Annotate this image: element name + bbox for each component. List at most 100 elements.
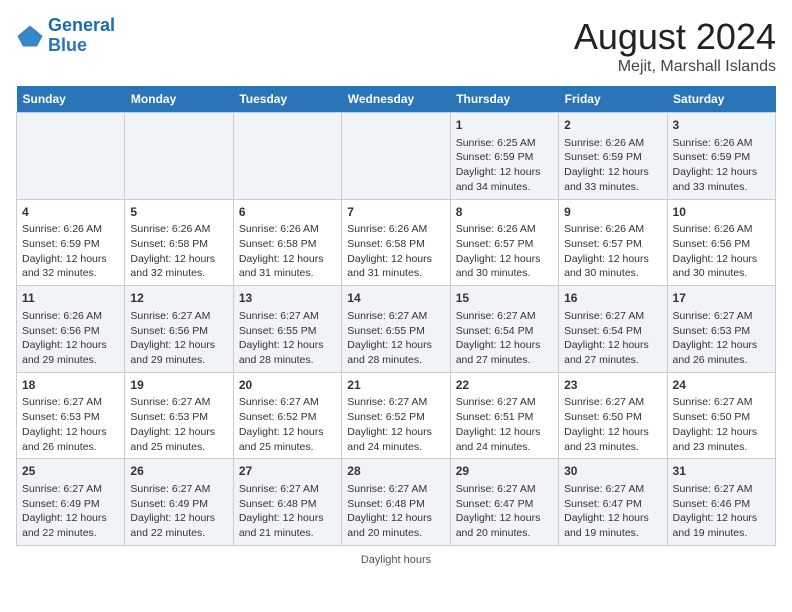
- calendar-cell: 16Sunrise: 6:27 AM Sunset: 6:54 PM Dayli…: [559, 286, 667, 373]
- calendar-cell: 10Sunrise: 6:26 AM Sunset: 6:56 PM Dayli…: [667, 199, 775, 286]
- calendar-cell: 31Sunrise: 6:27 AM Sunset: 6:46 PM Dayli…: [667, 459, 775, 546]
- location-subtitle: Mejit, Marshall Islands: [574, 58, 776, 76]
- calendar-cell: 6Sunrise: 6:26 AM Sunset: 6:58 PM Daylig…: [233, 199, 341, 286]
- day-number: 9: [564, 204, 661, 221]
- day-info: Sunrise: 6:27 AM Sunset: 6:53 PM Dayligh…: [130, 395, 227, 454]
- day-number: 1: [456, 117, 553, 134]
- calendar-cell: [125, 113, 233, 200]
- header-cell-thursday: Thursday: [450, 86, 558, 113]
- logo: General Blue: [16, 16, 115, 56]
- calendar-cell: 27 Sunrise: 6:27 AM Sunset: 6:48 PM Dayli…: [233, 459, 341, 546]
- title-block: August 2024 Mejit, Marshall Islands: [574, 16, 776, 76]
- day-number: 19: [130, 377, 227, 394]
- day-info: Sunrise: 6:26 AM Sunset: 6:57 PM Dayligh…: [564, 222, 661, 281]
- calendar-cell: 8Sunrise: 6:26 AM Sunset: 6:57 PM Daylig…: [450, 199, 558, 286]
- calendar-cell: [342, 113, 450, 200]
- calendar-cell: 20Sunrise: 6:27 AM Sunset: 6:52 PM Dayli…: [233, 372, 341, 459]
- day-info: Sunrise: 6:27 AM Sunset: 6:56 PM Dayligh…: [130, 309, 227, 368]
- day-number: 4: [22, 204, 119, 221]
- day-info: Sunrise: 6:26 AM Sunset: 6:58 PM Dayligh…: [130, 222, 227, 281]
- calendar-cell: [17, 113, 125, 200]
- calendar-header: SundayMondayTuesdayWednesdayThursdayFrid…: [17, 86, 776, 113]
- calendar-cell: 29Sunrise: 6:27 AM Sunset: 6:47 PM Dayli…: [450, 459, 558, 546]
- day-number: 23: [564, 377, 661, 394]
- day-info: Sunrise: 6:26 AM Sunset: 6:59 PM Dayligh…: [673, 136, 770, 195]
- calendar-cell: 25 Sunrise: 6:27 AM Sunset: 6:49 PM Dayli…: [17, 459, 125, 546]
- day-info: Sunrise: 6:27 AM Sunset: 6:47 PM Dayligh…: [456, 482, 553, 541]
- day-info: Sunrise: 6:26 AM Sunset: 6:56 PM Dayligh…: [22, 309, 119, 368]
- calendar-cell: 4Sunrise: 6:26 AM Sunset: 6:59 PM Daylig…: [17, 199, 125, 286]
- day-number: 21: [347, 377, 444, 394]
- day-number: 12: [130, 290, 227, 307]
- day-number: 11: [22, 290, 119, 307]
- header-cell-tuesday: Tuesday: [233, 86, 341, 113]
- day-info: Sunrise: 6:27 AM Sunset: 6:50 PM Dayligh…: [673, 395, 770, 454]
- week-row-2: 4Sunrise: 6:26 AM Sunset: 6:59 PM Daylig…: [17, 199, 776, 286]
- calendar-cell: [233, 113, 341, 200]
- footer-text: Daylight hours: [361, 554, 431, 566]
- calendar-cell: 24Sunrise: 6:27 AM Sunset: 6:50 PM Dayli…: [667, 372, 775, 459]
- calendar-cell: 7Sunrise: 6:26 AM Sunset: 6:58 PM Daylig…: [342, 199, 450, 286]
- month-year-title: August 2024: [574, 16, 776, 58]
- day-number: 2: [564, 117, 661, 134]
- day-info: Sunrise: 6:27 AM Sunset: 6:55 PM Dayligh…: [239, 309, 336, 368]
- calendar-cell: 2 Sunrise: 6:26 AM Sunset: 6:59 PM Daylig…: [559, 113, 667, 200]
- calendar-cell: 28Sunrise: 6:27 AM Sunset: 6:48 PM Dayli…: [342, 459, 450, 546]
- calendar-cell: 1 Sunrise: 6:25 AM Sunset: 6:59 PM Daylig…: [450, 113, 558, 200]
- week-row-4: 18Sunrise: 6:27 AM Sunset: 6:53 PM Dayli…: [17, 372, 776, 459]
- day-info: Sunrise: 6:27 AM Sunset: 6:53 PM Dayligh…: [673, 309, 770, 368]
- week-row-5: 25 Sunrise: 6:27 AM Sunset: 6:49 PM Dayli…: [17, 459, 776, 546]
- page-header: General Blue August 2024 Mejit, Marshall…: [16, 16, 776, 76]
- day-info: Sunrise: 6:27 AM Sunset: 6:54 PM Dayligh…: [564, 309, 661, 368]
- day-info: Sunrise: 6:26 AM Sunset: 6:57 PM Dayligh…: [456, 222, 553, 281]
- day-info: Sunrise: 6:27 AM Sunset: 6:49 PM Dayligh…: [130, 482, 227, 541]
- footer: Daylight hours: [16, 554, 776, 566]
- day-number: 25: [22, 463, 119, 480]
- day-info: Sunrise: 6:27 AM Sunset: 6:52 PM Dayligh…: [239, 395, 336, 454]
- day-number: 5: [130, 204, 227, 221]
- day-number: 20: [239, 377, 336, 394]
- day-number: 27: [239, 463, 336, 480]
- day-info: Sunrise: 6:27 AM Sunset: 6:48 PM Dayligh…: [239, 482, 336, 541]
- day-number: 6: [239, 204, 336, 221]
- day-number: 10: [673, 204, 770, 221]
- day-info: Sunrise: 6:27 AM Sunset: 6:53 PM Dayligh…: [22, 395, 119, 454]
- day-number: 24: [673, 377, 770, 394]
- calendar-cell: 23Sunrise: 6:27 AM Sunset: 6:50 PM Dayli…: [559, 372, 667, 459]
- day-info: Sunrise: 6:27 AM Sunset: 6:46 PM Dayligh…: [673, 482, 770, 541]
- logo-text: General Blue: [48, 16, 115, 56]
- day-number: 30: [564, 463, 661, 480]
- calendar-cell: 18Sunrise: 6:27 AM Sunset: 6:53 PM Dayli…: [17, 372, 125, 459]
- day-number: 22: [456, 377, 553, 394]
- day-number: 28: [347, 463, 444, 480]
- calendar-cell: 22Sunrise: 6:27 AM Sunset: 6:51 PM Dayli…: [450, 372, 558, 459]
- calendar-cell: 11 Sunrise: 6:26 AM Sunset: 6:56 PM Dayli…: [17, 286, 125, 373]
- day-number: 15: [456, 290, 553, 307]
- day-info: Sunrise: 6:27 AM Sunset: 6:47 PM Dayligh…: [564, 482, 661, 541]
- day-number: 7: [347, 204, 444, 221]
- logo-icon: [16, 22, 44, 50]
- calendar-table: SundayMondayTuesdayWednesdayThursdayFrid…: [16, 86, 776, 546]
- day-info: Sunrise: 6:27 AM Sunset: 6:49 PM Dayligh…: [22, 482, 119, 541]
- day-info: Sunrise: 6:27 AM Sunset: 6:50 PM Dayligh…: [564, 395, 661, 454]
- day-info: Sunrise: 6:27 AM Sunset: 6:52 PM Dayligh…: [347, 395, 444, 454]
- calendar-cell: 21Sunrise: 6:27 AM Sunset: 6:52 PM Dayli…: [342, 372, 450, 459]
- day-number: 3: [673, 117, 770, 134]
- week-row-1: 1 Sunrise: 6:25 AM Sunset: 6:59 PM Daylig…: [17, 113, 776, 200]
- day-info: Sunrise: 6:26 AM Sunset: 6:58 PM Dayligh…: [239, 222, 336, 281]
- calendar-cell: 26Sunrise: 6:27 AM Sunset: 6:49 PM Dayli…: [125, 459, 233, 546]
- day-info: Sunrise: 6:27 AM Sunset: 6:55 PM Dayligh…: [347, 309, 444, 368]
- day-info: Sunrise: 6:27 AM Sunset: 6:54 PM Dayligh…: [456, 309, 553, 368]
- header-cell-sunday: Sunday: [17, 86, 125, 113]
- calendar-cell: 30 Sunrise: 6:27 AM Sunset: 6:47 PM Dayli…: [559, 459, 667, 546]
- calendar-cell: 3 Sunrise: 6:26 AM Sunset: 6:59 PM Daylig…: [667, 113, 775, 200]
- day-number: 14: [347, 290, 444, 307]
- calendar-cell: 13Sunrise: 6:27 AM Sunset: 6:55 PM Dayli…: [233, 286, 341, 373]
- day-info: Sunrise: 6:25 AM Sunset: 6:59 PM Dayligh…: [456, 136, 553, 195]
- calendar-cell: 17Sunrise: 6:27 AM Sunset: 6:53 PM Dayli…: [667, 286, 775, 373]
- day-info: Sunrise: 6:26 AM Sunset: 6:59 PM Dayligh…: [564, 136, 661, 195]
- calendar-cell: 15 Sunrise: 6:27 AM Sunset: 6:54 PM Dayli…: [450, 286, 558, 373]
- calendar-cell: 19Sunrise: 6:27 AM Sunset: 6:53 PM Dayli…: [125, 372, 233, 459]
- calendar-body: 1 Sunrise: 6:25 AM Sunset: 6:59 PM Daylig…: [17, 113, 776, 546]
- day-info: Sunrise: 6:27 AM Sunset: 6:51 PM Dayligh…: [456, 395, 553, 454]
